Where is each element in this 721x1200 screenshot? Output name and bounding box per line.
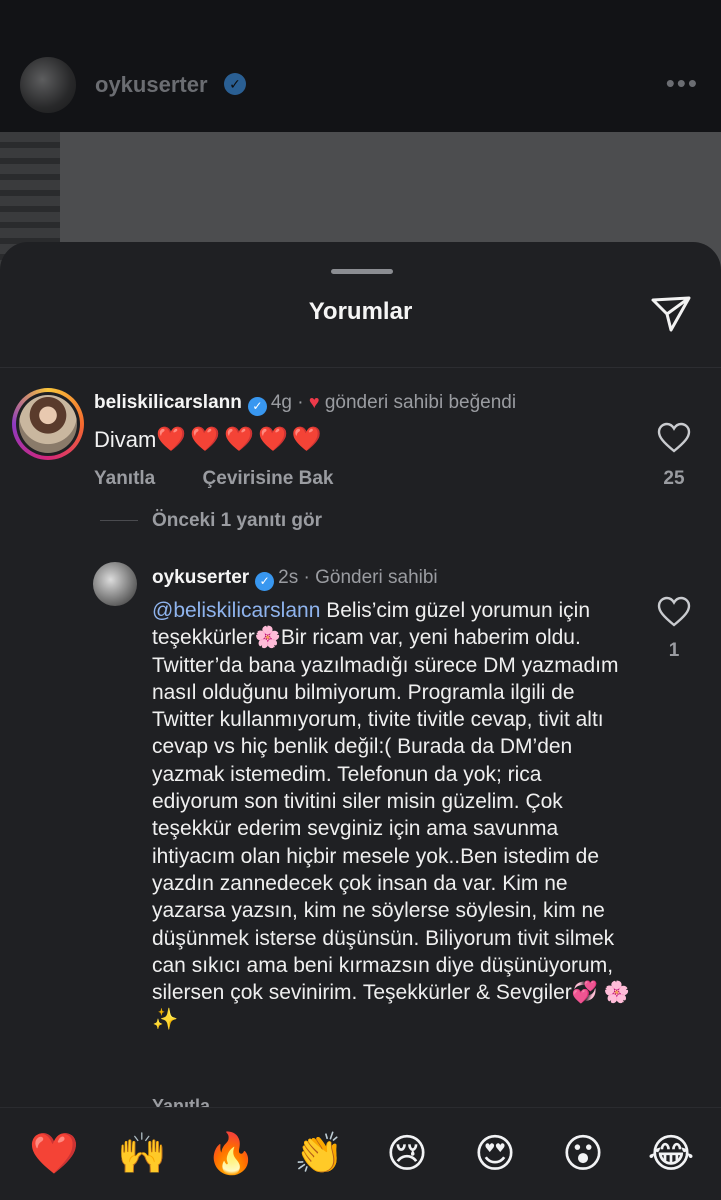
reply-meta: oykuserter ✓ 2s · Gönderi sahibi (152, 567, 438, 591)
emoji-surprised-icon[interactable]: 😮 (559, 1130, 607, 1178)
comments-sheet: Yorumlar beliskilicarslann ✓ 4g · ♥ gönder… (0, 242, 721, 1200)
view-replies-button[interactable]: Önceki 1 yanıtı gör (100, 510, 322, 532)
comment-actions: Yanıtla Çevirisine Bak (94, 468, 376, 490)
view-replies-label: Önceki 1 yanıtı gör (152, 510, 322, 531)
reply-time: 2s (278, 567, 299, 588)
post-author-username[interactable]: oykuserter (95, 72, 208, 98)
emoji-laughing-icon[interactable]: 😂 (647, 1130, 695, 1178)
mention-link[interactable]: @beliskilicarslann (152, 599, 320, 622)
reply-author-avatar[interactable] (93, 562, 137, 606)
comment-username[interactable]: beliskilicarslann (94, 392, 242, 413)
like-count: 1 (668, 640, 680, 661)
replies-line (100, 520, 138, 522)
emoji-heart-eyes-icon[interactable]: 😍 (471, 1130, 519, 1178)
avatar (19, 395, 77, 453)
author-role-label: Gönderi sahibi (315, 567, 438, 588)
comment-time: 4g (270, 392, 292, 413)
reply-text: @beliskilicarslann Belis’cim güzel yorum… (152, 597, 630, 1034)
like-heart-icon[interactable] (657, 422, 691, 454)
emoji-crying-icon[interactable]: 😢 (383, 1130, 431, 1178)
liked-by-author-label: gönderi sahibi beğendi (324, 392, 517, 413)
comment-text: Divam❤️❤️❤️❤️❤️ (94, 425, 326, 454)
verified-badge-icon: ✓ (255, 572, 275, 591)
reply-username[interactable]: oykuserter (152, 567, 249, 588)
reply-text-body: Belis’cim güzel yorumun için teşekkürler… (152, 599, 630, 1032)
like-heart-icon[interactable] (657, 596, 691, 628)
top-fragment (0, 0, 721, 16)
verified-badge-icon: ✓ (224, 73, 246, 95)
post-author-avatar[interactable] (20, 57, 76, 113)
emoji-fire-icon[interactable]: 🔥 (206, 1130, 256, 1178)
verified-badge-icon: ✓ (247, 397, 267, 416)
comment-meta: beliskilicarslann ✓ 4g · ♥ gönderi sahibi … (94, 392, 516, 416)
separator: · (303, 567, 310, 588)
comment-emoji: ❤️❤️❤️❤️❤️ (156, 426, 326, 453)
heart-icon: ♥ (308, 392, 320, 412)
reply-button[interactable]: Yanıtla (94, 468, 155, 489)
send-icon[interactable] (649, 292, 693, 336)
sheet-divider (0, 367, 721, 368)
sheet-title: Yorumlar (308, 298, 413, 325)
emoji-clap-icon[interactable]: 👏 (294, 1130, 344, 1178)
comment-author-avatar[interactable] (12, 388, 84, 460)
comment-text-body: Divam (94, 427, 157, 452)
post-header (0, 0, 721, 132)
more-horizontal-icon[interactable]: ••• (666, 68, 699, 99)
emoji-reaction-bar: ❤️ 🙌 🔥 👏 😢 😍 😮 😂 (0, 1107, 721, 1200)
sheet-drag-handle[interactable] (331, 269, 393, 274)
separator: · (297, 392, 304, 413)
like-count: 25 (663, 468, 685, 489)
translate-button[interactable]: Çevirisine Bak (203, 468, 334, 489)
emoji-heart-icon[interactable]: ❤️ (29, 1130, 79, 1178)
emoji-raised-hands-icon[interactable]: 🙌 (117, 1130, 167, 1178)
